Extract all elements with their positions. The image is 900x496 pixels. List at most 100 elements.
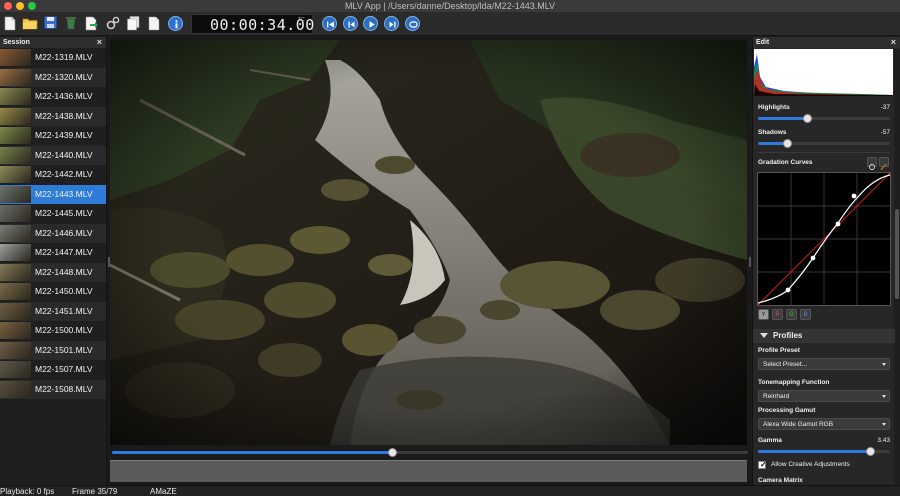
tonemapping-label: Tonemapping Function bbox=[758, 379, 830, 386]
allow-creative-label: Allow Creative Adjustments bbox=[771, 461, 850, 468]
curve-preset-icon[interactable] bbox=[879, 157, 889, 171]
camera-matrix-label: Camera Matrix bbox=[758, 477, 803, 484]
clip-name: M22-1438.MLV bbox=[35, 110, 93, 121]
close-edit-panel-icon[interactable]: × bbox=[891, 37, 896, 48]
clip-list-item[interactable]: M22-1447.MLV bbox=[0, 243, 106, 263]
shadows-slider[interactable] bbox=[758, 139, 890, 148]
paste-icon[interactable] bbox=[148, 16, 162, 31]
settings-icon[interactable] bbox=[106, 16, 120, 31]
clip-list-item[interactable]: M22-1448.MLV bbox=[0, 262, 106, 282]
clip-thumbnail bbox=[0, 127, 31, 144]
processing-gamut-select[interactable]: Alexa Wide Gamut RGB bbox=[758, 418, 890, 430]
clip-name: M22-1447.MLV bbox=[35, 247, 93, 257]
clip-thumbnail bbox=[0, 166, 31, 183]
delete-icon[interactable] bbox=[65, 16, 79, 31]
clip-thumbnail bbox=[0, 283, 31, 300]
highlights-slider[interactable] bbox=[758, 114, 890, 123]
clip-thumbnail bbox=[0, 185, 31, 203]
shadows-slider-handle[interactable] bbox=[783, 139, 793, 148]
gamma-slider-fill bbox=[758, 450, 871, 453]
clip-name: M22-1508.MLV bbox=[35, 383, 93, 394]
curve-channel-g[interactable]: G bbox=[786, 309, 797, 320]
clip-name: M22-1500.MLV bbox=[35, 325, 93, 335]
debayer-mode: AMaZE bbox=[150, 487, 177, 496]
checkmark-icon: ✓ bbox=[760, 460, 767, 469]
clip-name: M22-1440.MLV bbox=[35, 149, 93, 160]
open-folder-icon[interactable] bbox=[22, 16, 38, 31]
clip-name: M22-1442.MLV bbox=[35, 169, 93, 179]
export-icon[interactable] bbox=[85, 16, 99, 31]
clip-thumbnail bbox=[0, 302, 31, 320]
clip-list-item[interactable]: M22-1445.MLV bbox=[0, 204, 106, 224]
clip-list-item[interactable]: M22-1501.MLV bbox=[0, 340, 106, 360]
playback-scrubber[interactable] bbox=[112, 448, 748, 457]
clip-list-item[interactable]: M22-1508.MLV bbox=[0, 379, 106, 399]
clip-list-item[interactable]: M22-1438.MLV bbox=[0, 106, 106, 126]
skip-to-start-icon[interactable] bbox=[322, 16, 337, 31]
step-forward-icon[interactable] bbox=[384, 16, 399, 31]
toolbar: 00:00:34.00 TC bbox=[0, 12, 900, 36]
clip-list: M22-1319.MLV M22-1320.MLV M22-1436.MLV M22-… bbox=[0, 48, 106, 399]
session-panel: Session × M22-1319.MLV M22-1320.MLV M22-14… bbox=[0, 37, 107, 485]
clip-name: M22-1451.MLV bbox=[35, 305, 93, 316]
tonemapping-select[interactable]: Reinhard bbox=[758, 390, 890, 402]
copy-icon[interactable] bbox=[127, 16, 141, 31]
profiles-section-header[interactable]: Profiles bbox=[753, 329, 895, 343]
clip-list-item[interactable]: M22-1443.MLV bbox=[0, 184, 106, 204]
tonemapping-value: Reinhard bbox=[763, 393, 790, 400]
curve-channel-b[interactable]: B bbox=[800, 309, 811, 320]
session-title: Session bbox=[3, 39, 30, 46]
viewer-right-splitter[interactable] bbox=[749, 257, 751, 267]
clip-thumbnail bbox=[0, 322, 31, 339]
clip-thumbnail bbox=[0, 224, 31, 242]
allow-creative-checkbox[interactable]: ✓ bbox=[758, 460, 767, 469]
clip-thumbnail bbox=[0, 341, 31, 359]
step-back-icon[interactable] bbox=[343, 16, 358, 31]
edit-scrollbar[interactable] bbox=[894, 49, 900, 485]
video-frame bbox=[110, 40, 747, 445]
gamma-slider[interactable] bbox=[758, 447, 890, 456]
curve-channel-y[interactable]: Y bbox=[758, 309, 769, 320]
clip-list-item[interactable]: M22-1319.MLV bbox=[0, 48, 106, 68]
clip-list-item[interactable]: M22-1507.MLV bbox=[0, 360, 106, 380]
info-icon[interactable] bbox=[168, 16, 183, 31]
clip-list-item[interactable]: M22-1446.MLV bbox=[0, 223, 106, 243]
gamma-slider-handle[interactable] bbox=[866, 447, 876, 456]
clip-list-item[interactable]: M22-1442.MLV bbox=[0, 165, 106, 185]
clip-thumbnail bbox=[0, 49, 31, 66]
video-frame-image bbox=[110, 40, 747, 445]
highlights-slider-handle[interactable] bbox=[802, 114, 812, 123]
clip-list-item[interactable]: M22-1436.MLV bbox=[0, 87, 106, 107]
clip-list-item[interactable]: M22-1500.MLV bbox=[0, 321, 106, 341]
gradation-curves-label: Gradation Curves bbox=[758, 159, 813, 166]
clip-thumbnail bbox=[0, 205, 31, 222]
curve-channel-r[interactable]: R bbox=[772, 309, 783, 320]
timeline-bar[interactable] bbox=[110, 460, 747, 482]
save-icon[interactable] bbox=[44, 16, 58, 31]
scrubber-handle[interactable] bbox=[387, 448, 397, 457]
clip-list-item[interactable]: M22-1320.MLV bbox=[0, 67, 106, 87]
play-icon[interactable] bbox=[363, 16, 378, 31]
loop-icon[interactable] bbox=[405, 16, 420, 31]
viewer-left-splitter[interactable] bbox=[108, 257, 110, 267]
clip-list-item[interactable]: M22-1440.MLV bbox=[0, 145, 106, 165]
clip-list-item[interactable]: M22-1450.MLV bbox=[0, 282, 106, 302]
gradation-curve-editor[interactable] bbox=[757, 172, 891, 306]
profile-preset-value: Select Preset... bbox=[763, 361, 808, 368]
new-session-icon[interactable] bbox=[4, 16, 18, 31]
reset-curve-icon[interactable] bbox=[867, 157, 877, 170]
clip-name: M22-1320.MLV bbox=[35, 71, 93, 82]
clip-list-item[interactable]: M22-1439.MLV bbox=[0, 126, 106, 146]
clip-name: M22-1507.MLV bbox=[35, 364, 93, 374]
gamma-label: Gamma bbox=[758, 437, 782, 444]
processing-gamut-label: Processing Gamut bbox=[758, 407, 816, 414]
close-session-panel-icon[interactable]: × bbox=[97, 37, 102, 48]
session-header: Session × bbox=[0, 37, 106, 48]
clip-name: M22-1319.MLV bbox=[35, 52, 93, 62]
viewer-panel bbox=[108, 37, 751, 485]
edit-scrollbar-thumb[interactable] bbox=[895, 209, 899, 299]
clip-list-item[interactable]: M22-1451.MLV bbox=[0, 301, 106, 321]
edit-panel: Edit × Highlights -37 Shadows -57 Gradat… bbox=[752, 37, 900, 485]
edit-title: Edit bbox=[756, 39, 770, 46]
profile-preset-select[interactable]: Select Preset... bbox=[758, 358, 890, 370]
